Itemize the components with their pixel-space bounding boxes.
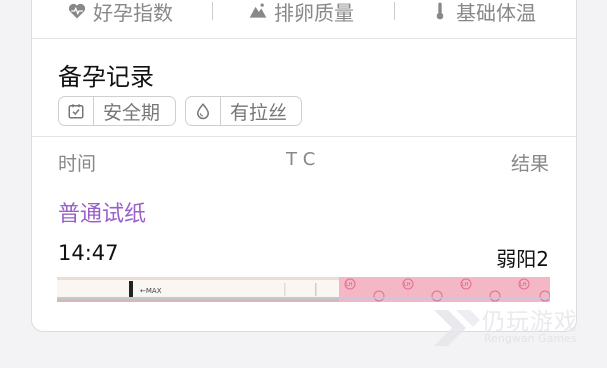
tab-label: 排卵质量 — [274, 0, 354, 25]
column-header-tc: T C — [286, 149, 316, 170]
tab-divider — [394, 2, 395, 20]
column-header-time: 时间 — [58, 153, 97, 175]
thermometer-icon — [436, 2, 444, 20]
calendar-check-icon — [68, 104, 84, 119]
droplet-icon — [196, 103, 210, 120]
tag-label: 有拉丝 — [230, 101, 288, 124]
strip-brand-text: LH — [462, 282, 469, 288]
test-strip-image[interactable]: ←MAX LH LH LH LH — [57, 277, 550, 302]
tab-ovulation-quality[interactable]: 排卵质量 — [248, 0, 354, 25]
column-header-result: 结果 — [510, 153, 549, 175]
tab-label: 好孕指数 — [93, 0, 173, 25]
watermark-subtext: Rengwan Games — [484, 332, 577, 345]
strip-max-label: ←MAX — [140, 287, 162, 295]
test-type-label[interactable]: 普通试纸 — [58, 196, 146, 228]
tab-fertility-index[interactable]: 好孕指数 — [67, 0, 173, 25]
section-title: 备孕记录 — [58, 63, 154, 91]
divider — [32, 136, 576, 137]
watermark-text: 仍玩游戏 — [482, 309, 578, 335]
divider — [32, 38, 576, 39]
record-result: 弱阳2 — [496, 247, 549, 271]
tag-safe-period[interactable]: 安全期 — [58, 96, 176, 126]
record-time: 14:47 — [58, 241, 119, 265]
tab-basal-temperature[interactable]: 基础体温 — [430, 0, 536, 25]
strip-brand-text: LH — [520, 282, 527, 288]
mountain-icon — [249, 3, 267, 18]
tag-stretchy-mucus[interactable]: 有拉丝 — [185, 96, 302, 126]
tab-divider — [212, 2, 213, 20]
strip-brand-text: LH — [404, 282, 411, 288]
tag-label: 安全期 — [103, 101, 161, 124]
heart-pulse-icon — [68, 3, 86, 19]
tab-label: 基础体温 — [456, 0, 536, 25]
tab-bar: 好孕指数 排卵质量 基础体温 — [32, 0, 576, 38]
strip-brand-text: LH — [346, 282, 353, 288]
